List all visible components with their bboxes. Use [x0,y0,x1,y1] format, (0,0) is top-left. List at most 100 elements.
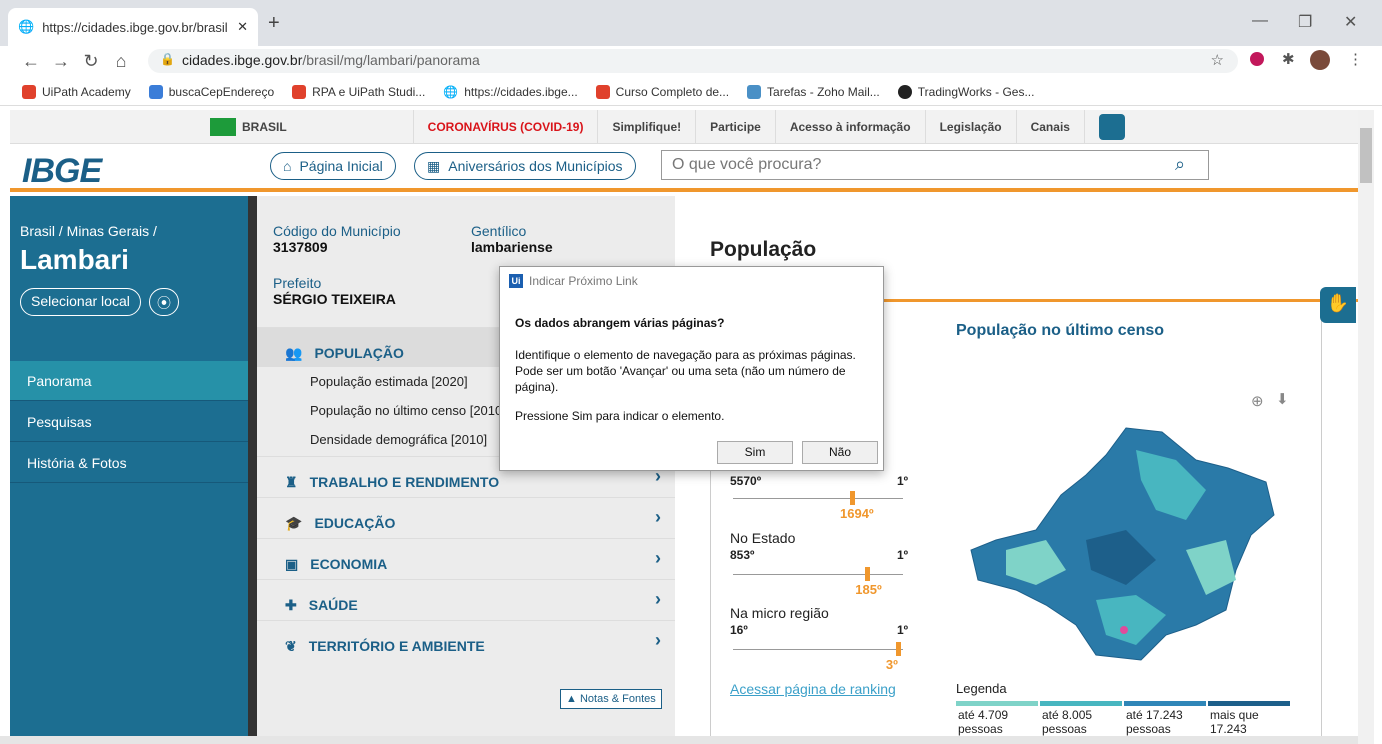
sidebar-item-pesquisas[interactable]: Pesquisas [10,402,248,442]
star-icon[interactable]: ☆ [1211,51,1224,69]
notas-fontes-button[interactable]: ▲ Notas & Fontes [560,689,662,709]
close-window-icon[interactable]: ✕ [1344,12,1357,32]
map-title: População no último censo [956,322,1165,339]
back-icon[interactable]: ← [16,51,46,72]
sidebar-item-historia[interactable]: História & Fotos [10,443,248,483]
participe-link[interactable]: Participe [695,109,775,144]
leaf-icon: ❦ [285,637,297,654]
brasil-link[interactable]: BRASIL [210,117,301,136]
simplifique-link[interactable]: Simplifique! [597,109,695,144]
ranking-label: No Estado [730,530,796,546]
calendar-icon: ▦ [427,157,441,174]
ranking-min: 1º [897,548,909,562]
search-icon[interactable]: ⌕ [1175,154,1185,175]
legend-title: Legenda [956,681,1007,696]
ranking-scale [733,649,903,650]
no-button[interactable]: Não [802,441,878,464]
scrollbar-thumb[interactable] [1360,128,1372,183]
search-input[interactable]: O que você procura? [661,150,1209,180]
prefeito-value: SÉRGIO TEIXEIRA [273,291,396,307]
select-location-button[interactable]: Selecionar local [20,288,141,316]
canais-link[interactable]: Canais [1015,109,1084,144]
mail-icon [747,84,762,99]
vertical-scrollbar[interactable] [1358,110,1374,744]
aniversarios-button[interactable]: ▦ Aniversários dos Municípios [414,152,636,180]
category-saude[interactable]: ✚ SAÚDE › [257,579,675,619]
acesso-link[interactable]: Acesso à informação [774,109,925,144]
forward-icon[interactable]: → [46,51,76,72]
covid-link[interactable]: CORONAVÍRUS (COVID-19) [412,109,598,144]
extension-download-icon[interactable] [1250,52,1264,66]
legend-item: até 4.709 pessoas [956,701,1038,736]
accessibility-icon[interactable] [1083,109,1139,144]
dialog-body: Identifique o elemento de navegação para… [515,348,856,394]
chevron-right-icon: › [655,630,661,650]
legend-item: até 8.005 pessoas [1040,701,1122,736]
yes-button[interactable]: Sim [717,441,793,464]
vlibras-icon[interactable]: ✋ [1320,287,1356,323]
people-icon: 👥 [285,344,303,361]
reload-icon[interactable]: ↻ [76,51,106,72]
globe-icon: 🌐 [18,19,35,34]
bookmark-item[interactable]: UiPath Academy [22,84,131,99]
bookmark-item[interactable]: RPA e UiPath Studi... [292,84,425,99]
maximize-icon[interactable]: ❐ [1298,12,1312,32]
brazil-flag-icon [210,117,236,136]
minimize-icon[interactable]: — [1252,12,1268,30]
download-icon[interactable]: ⬇ [1276,390,1289,408]
dialog-question: Os dados abrangem várias páginas? [515,316,725,330]
ranking-value: 185º [855,582,882,597]
sidebar-item-panorama[interactable]: Panorama [10,361,248,401]
ranking-scale [733,574,903,575]
uipath-icon: Ui [509,274,523,288]
ranking-max: 5570º [730,474,762,488]
url-path: /brasil/mg/lambari/panorama [302,52,480,68]
category-educacao[interactable]: 🎓 EDUCAÇÃO › [257,497,675,537]
sidebar-divider [248,196,257,744]
bookmark-item[interactable]: TradingWorks - Ges... [897,84,1034,99]
bookmarks-bar: UiPath Academy buscaCepEndereço RPA e Ui… [0,78,1382,106]
tab-title: https://cidades.ibge.gov.br/brasil [42,19,228,35]
subitem-populacao-censo[interactable]: População no último censo [2010 [310,403,502,418]
city-title: Lambari [20,244,129,275]
uipath-icon [22,84,36,99]
breadcrumb[interactable]: Brasil / Minas Gerais / [20,223,157,239]
home-icon[interactable]: ⌂ [106,51,136,72]
horizontal-scrollbar[interactable] [0,736,1358,744]
zoom-in-icon[interactable]: ⊕ [1251,392,1264,410]
subitem-populacao-estimada[interactable]: População estimada [2020] [310,374,468,389]
bookmark-item[interactable]: buscaCepEndereço [148,84,274,99]
ranking-max: 853º [730,548,755,562]
url-bar[interactable]: 🔒 cidades.ibge.gov.br/brasil/mg/lambari/… [148,49,1238,73]
category-economia[interactable]: ▣ ECONOMIA › [257,538,675,578]
ranking-marker [895,642,901,656]
municipality-map[interactable] [966,420,1284,665]
location-pin-icon[interactable]: ⦿ [149,288,179,316]
gov-top-nav: BRASIL CORONAVÍRUS (COVID-19) Simplifiqu… [10,109,1358,144]
chevron-right-icon: › [655,589,661,609]
extensions-icon[interactable]: ✱ [1282,50,1295,68]
lock-icon: 🔒 [160,52,175,66]
section-title: População [710,238,817,261]
ranking-min: 1º [897,474,909,488]
ranking-label: Na micro região [730,605,829,621]
bookmark-item[interactable]: Tarefas - Zoho Mail... [747,84,880,99]
subitem-densidade[interactable]: Densidade demográfica [2010] [310,432,487,447]
close-tab-icon[interactable]: ✕ [237,19,248,35]
browser-tab[interactable]: 🌐 https://cidades.ibge.gov.br/brasil ✕ [8,8,258,46]
ibge-logo[interactable]: IBGE [22,152,102,191]
ranking-value: 3º [885,657,898,672]
bookmark-item[interactable]: Curso Completo de... [595,84,729,99]
legislacao-link[interactable]: Legislação [924,109,1016,144]
home-button[interactable]: ⌂ Página Inicial [270,152,396,180]
ranking-link[interactable]: Acessar página de ranking [730,681,896,697]
category-territorio[interactable]: ❦ TERRITÓRIO E AMBIENTE › [257,620,675,660]
ranking-value: 1694º [840,506,874,521]
menu-icon[interactable]: ⋮ [1348,50,1363,68]
worker-icon: ♜ [285,473,298,490]
prefeito-label: Prefeito [273,275,322,291]
dialog-instruction: Pressione Sim para indicar o elemento. [515,409,725,423]
bookmark-item[interactable]: 🌐 https://cidades.ibge... [443,85,577,99]
new-tab-icon[interactable]: + [268,12,280,35]
avatar[interactable] [1310,50,1330,70]
